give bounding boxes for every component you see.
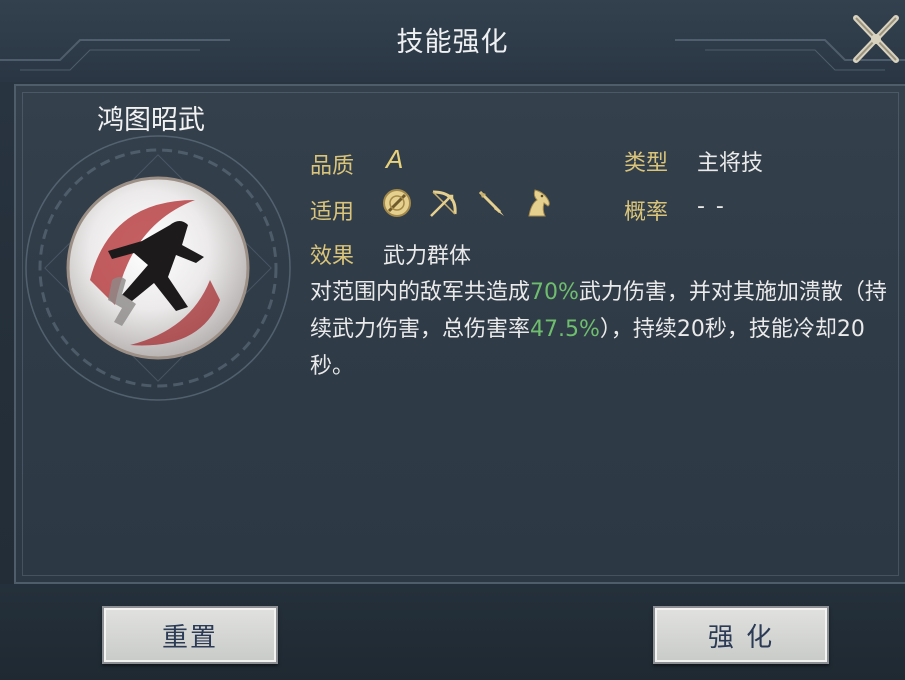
type-value: 主将技	[697, 151, 764, 176]
shield-icon	[383, 189, 411, 217]
quality-label: 品质	[310, 154, 355, 179]
bow-icon	[430, 190, 457, 217]
upgrade-button-label: 强 化	[707, 622, 775, 653]
type-label: 类型	[624, 151, 669, 176]
effect-label: 效果	[310, 244, 355, 269]
damage-percent: 70%	[530, 280, 579, 305]
skill-emblem	[25, 135, 291, 401]
close-icon	[853, 15, 899, 63]
effect-value: 武力群体	[383, 244, 472, 269]
quality-value: A	[386, 144, 404, 174]
chance-value: - -	[697, 194, 726, 219]
skill-upgrade-dialog: 技能强化 鸿图昭武 品质 A 类型 主将技 适用 概率 - - 效果 武力群体 …	[0, 0, 905, 680]
reset-button[interactable]: 重置	[102, 606, 278, 664]
horse-icon	[528, 189, 550, 217]
apply-troop-icons	[380, 186, 555, 222]
reset-button-label: 重置	[161, 622, 218, 653]
upgrade-button[interactable]: 强 化	[653, 606, 829, 664]
spear-icon	[478, 190, 504, 216]
chance-label: 概率	[624, 200, 669, 225]
close-button[interactable]	[848, 8, 904, 70]
skill-description: 对范围内的敌军共造成70%武力伤害，并对其施加溃散（持续武力伤害，总伤害率47.…	[310, 274, 890, 385]
dialog-title: 技能强化	[396, 27, 509, 58]
total-damage-rate: 47.5%	[530, 317, 600, 342]
title-bar: 技能强化	[0, 0, 905, 82]
description-text: 对范围内的敌军共造成	[310, 280, 531, 305]
apply-label: 适用	[310, 200, 355, 225]
